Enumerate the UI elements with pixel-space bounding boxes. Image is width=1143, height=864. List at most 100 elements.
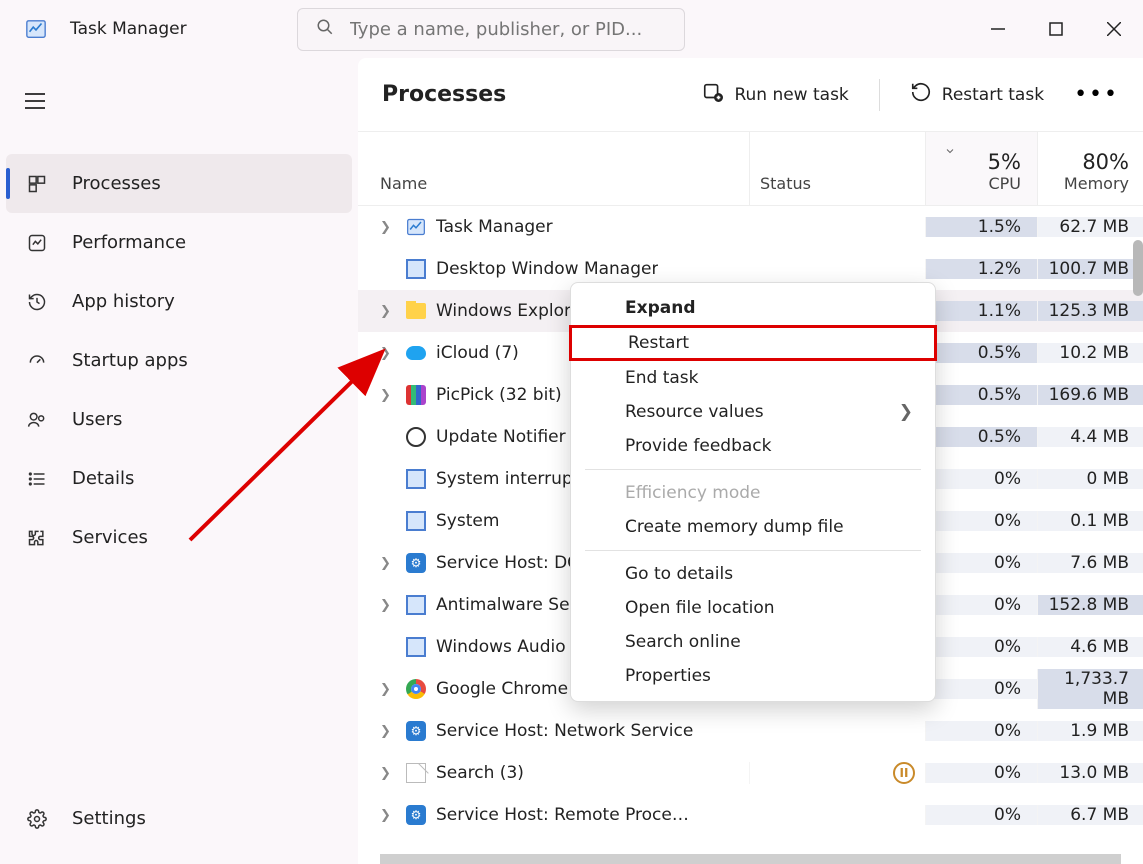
sidebar-item-label: Processes [72,173,161,194]
table-header: Name Status 5% CPU 80% Memory [358,132,1143,206]
process-name: Update Notifier [436,427,566,447]
process-cpu-cell: 0% [925,511,1037,531]
sidebar-item-label: Startup apps [72,350,188,371]
process-cpu-cell: 0% [925,595,1037,615]
window-icon [406,511,426,531]
expand-chevron-icon[interactable]: ❯ [380,346,396,361]
expand-chevron-icon[interactable]: ❯ [380,388,396,403]
cpu-usage-value: 5% [988,150,1021,174]
sidebar-item-label: Details [72,468,134,489]
context-menu-item[interactable]: Create memory dump file [571,510,935,544]
process-memory-cell: 152.8 MB [1037,595,1143,615]
chrome-icon [406,679,426,699]
column-header-name[interactable]: Name [358,132,749,205]
empty-icon [406,763,426,783]
memory-usage-value: 80% [1082,150,1129,174]
memory-column-label: Memory [1064,174,1129,193]
window-icon [406,259,426,279]
users-icon [26,409,48,431]
gear-icon: ⚙ [406,805,426,825]
context-menu-separator [585,469,921,470]
horizontal-scrollbar[interactable] [380,854,1121,864]
process-name: Service Host: Network Service [436,721,693,741]
process-name: Desktop Window Manager [436,259,658,279]
process-cpu-cell: 0% [925,805,1037,825]
sidebar-item-startup-apps[interactable]: Startup apps [6,331,352,390]
suspended-pause-icon: II [893,762,915,784]
expand-chevron-icon[interactable]: ❯ [380,808,396,823]
restart-task-button[interactable]: Restart task [910,81,1044,108]
process-cpu-cell: 0% [925,469,1037,489]
cpu-column-label: CPU [988,174,1021,193]
context-menu-item[interactable]: Provide feedback [571,429,935,463]
process-row[interactable]: ❯Search (3)II0%13.0 MB [358,752,1143,794]
process-cpu-cell: 0% [925,553,1037,573]
sidebar-item-users[interactable]: Users [6,390,352,449]
search-box[interactable] [297,8,685,51]
process-cpu-cell: 0% [925,679,1037,699]
sidebar-item-settings[interactable]: Settings [6,789,352,848]
sidebar-item-performance[interactable]: Performance [6,213,352,272]
process-name: System interrupts [436,469,588,489]
more-button[interactable]: ••• [1074,82,1119,107]
process-memory-cell: 0.1 MB [1037,511,1143,531]
process-name: iCloud (7) [436,343,519,363]
context-menu-item[interactable]: Go to details [571,557,935,591]
process-row[interactable]: ❯Task Manager1.5%62.7 MB [358,206,1143,248]
expand-chevron-icon[interactable]: ❯ [380,766,396,781]
close-button[interactable] [1085,0,1143,58]
context-menu-item[interactable]: Search online [571,625,935,659]
sidebar-item-label: Performance [72,232,186,253]
sidebar-item-processes[interactable]: Processes [6,154,352,213]
gear-icon: ⚙ [406,721,426,741]
context-menu-item[interactable]: Open file location [571,591,935,625]
process-memory-cell: 7.6 MB [1037,553,1143,573]
minimize-button[interactable] [969,0,1027,58]
expand-chevron-icon[interactable]: ❯ [380,304,396,319]
expand-chevron-icon[interactable]: ❯ [380,682,396,697]
process-memory-cell: 100.7 MB [1037,259,1143,279]
process-cpu-cell: 0.5% [925,343,1037,363]
sidebar: Processes Performance App history Startu… [0,58,358,864]
hamburger-button[interactable] [16,82,54,120]
app-icon [24,17,48,41]
context-menu-item[interactable]: Properties [571,659,935,693]
process-cpu-cell: 0% [925,721,1037,741]
process-name-cell: Desktop Window Manager [358,259,749,279]
sidebar-item-details[interactable]: Details [6,449,352,508]
vertical-scrollbar[interactable] [1133,240,1143,296]
sidebar-item-services[interactable]: Services [6,508,352,567]
process-cpu-cell: 0.5% [925,427,1037,447]
search-input[interactable] [350,19,666,40]
expand-chevron-icon[interactable]: ❯ [380,598,396,613]
column-header-status[interactable]: Status [749,132,925,205]
column-header-memory[interactable]: 80% Memory [1037,132,1143,205]
column-header-cpu[interactable]: 5% CPU [925,132,1037,205]
process-row[interactable]: ❯ ⚙ Service Host: Remote Procedu... 0%6.7 M… [358,794,1143,836]
sidebar-item-label: App history [72,291,175,312]
process-memory-cell: 1.9 MB [1037,721,1143,741]
context-menu-item[interactable]: Resource values❯ [571,395,935,429]
context-menu-item[interactable]: End task [571,361,935,395]
chevron-down-icon [944,142,956,161]
expand-chevron-icon[interactable]: ❯ [380,220,396,235]
sidebar-item-app-history[interactable]: App history [6,272,352,331]
task-manager-icon [406,217,426,237]
process-memory-cell: 10.2 MB [1037,343,1143,363]
process-row[interactable]: ❯ ⚙ Service Host: Network Service 0%1.9 MB [358,710,1143,752]
expand-chevron-icon[interactable]: ❯ [380,724,396,739]
run-new-task-button[interactable]: Run new task [702,81,848,108]
chevron-right-icon: ❯ [899,402,913,422]
process-name-cell: ❯ ⚙ Service Host: Network Service [358,721,749,741]
restart-task-label: Restart task [942,85,1044,105]
process-memory-cell: 13.0 MB [1037,763,1143,783]
expand-chevron-icon[interactable]: ❯ [380,556,396,571]
process-name: Service Host: Remote Procedu... [436,805,696,825]
process-memory-cell: 6.7 MB [1037,805,1143,825]
maximize-button[interactable] [1027,0,1085,58]
run-task-icon [702,81,724,108]
context-menu-item: Efficiency mode [571,476,935,510]
context-menu-item[interactable]: Expand [571,291,935,325]
content-header: Processes Run new task Restart task ••• [358,58,1143,132]
context-menu-item[interactable]: Restart [569,325,937,361]
